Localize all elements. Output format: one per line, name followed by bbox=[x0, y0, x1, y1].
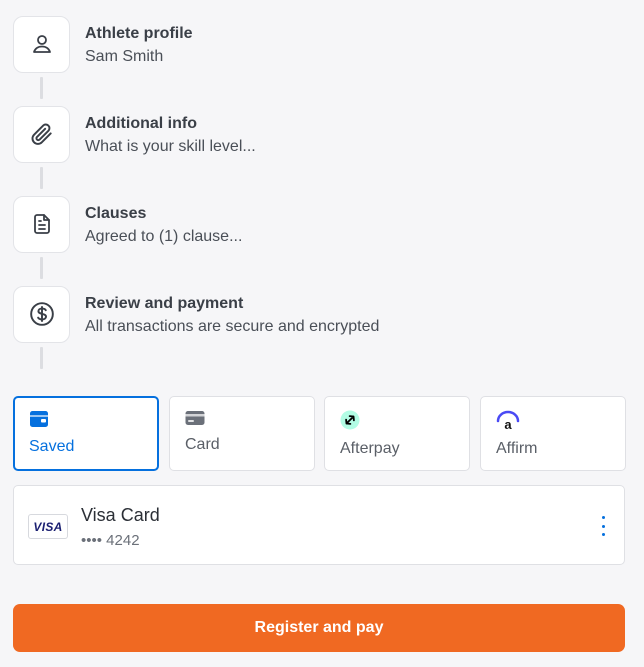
step-text: Athlete profile Sam Smith bbox=[85, 23, 193, 69]
step-icon-box bbox=[13, 285, 70, 343]
step-icon-box bbox=[13, 105, 70, 163]
payment-tab-affirm[interactable]: a Affirm bbox=[480, 396, 626, 471]
step-title: Athlete profile bbox=[85, 25, 193, 42]
step-text: Clauses Agreed to (1) clause... bbox=[85, 203, 242, 249]
step-additional-info[interactable]: Additional info What is your skill level… bbox=[13, 105, 256, 163]
step-connector bbox=[40, 347, 43, 369]
payment-tab-label: Card bbox=[185, 436, 220, 453]
afterpay-icon bbox=[340, 410, 360, 430]
step-review-payment[interactable]: Review and payment All transactions are … bbox=[13, 285, 379, 343]
saved-card-row[interactable]: VISA Visa Card •••• 4242 bbox=[13, 485, 625, 565]
dot bbox=[601, 524, 605, 528]
affirm-icon: a bbox=[496, 410, 520, 432]
card-name: Visa Card bbox=[81, 505, 160, 525]
step-subtitle: Agreed to (1) clause... bbox=[85, 228, 243, 245]
step-text: Review and payment All transactions are … bbox=[85, 293, 379, 339]
step-subtitle: All transactions are secure and encrypte… bbox=[85, 318, 380, 335]
dollar-circle-icon bbox=[29, 302, 54, 326]
payment-tab-saved[interactable]: Saved bbox=[13, 396, 159, 471]
card-number: •••• 4242 bbox=[81, 532, 140, 549]
dot bbox=[601, 516, 605, 519]
more-options-icon[interactable] bbox=[598, 516, 608, 536]
payment-tab-card[interactable]: Card bbox=[169, 396, 315, 471]
step-connector bbox=[40, 77, 43, 99]
step-title: Review and payment bbox=[85, 295, 244, 312]
svg-text:a: a bbox=[504, 417, 512, 430]
user-icon bbox=[32, 35, 51, 53]
step-text: Additional info What is your skill level… bbox=[85, 113, 256, 159]
wallet-icon bbox=[30, 411, 48, 427]
payment-tab-label: Saved bbox=[29, 438, 75, 455]
step-subtitle: What is your skill level... bbox=[85, 138, 256, 155]
step-subtitle: Sam Smith bbox=[85, 48, 164, 65]
payment-tab-afterpay[interactable]: Afterpay bbox=[324, 396, 470, 471]
step-title: Clauses bbox=[85, 205, 147, 222]
dot bbox=[601, 533, 605, 536]
step-icon-box bbox=[13, 195, 70, 253]
register-and-pay-button[interactable]: Register and pay bbox=[13, 604, 625, 652]
step-icon-box bbox=[13, 15, 70, 73]
paperclip-icon bbox=[31, 123, 52, 145]
payment-tab-label: Affirm bbox=[496, 440, 538, 457]
step-title: Additional info bbox=[85, 115, 197, 132]
card-icon bbox=[185, 411, 205, 425]
payment-tab-label: Afterpay bbox=[340, 440, 400, 457]
document-icon bbox=[33, 214, 50, 234]
visa-logo: VISA bbox=[28, 514, 68, 539]
step-clauses[interactable]: Clauses Agreed to (1) clause... bbox=[13, 195, 242, 253]
step-connector bbox=[40, 167, 43, 189]
step-connector bbox=[40, 257, 43, 279]
step-athlete-profile[interactable]: Athlete profile Sam Smith bbox=[13, 15, 193, 73]
